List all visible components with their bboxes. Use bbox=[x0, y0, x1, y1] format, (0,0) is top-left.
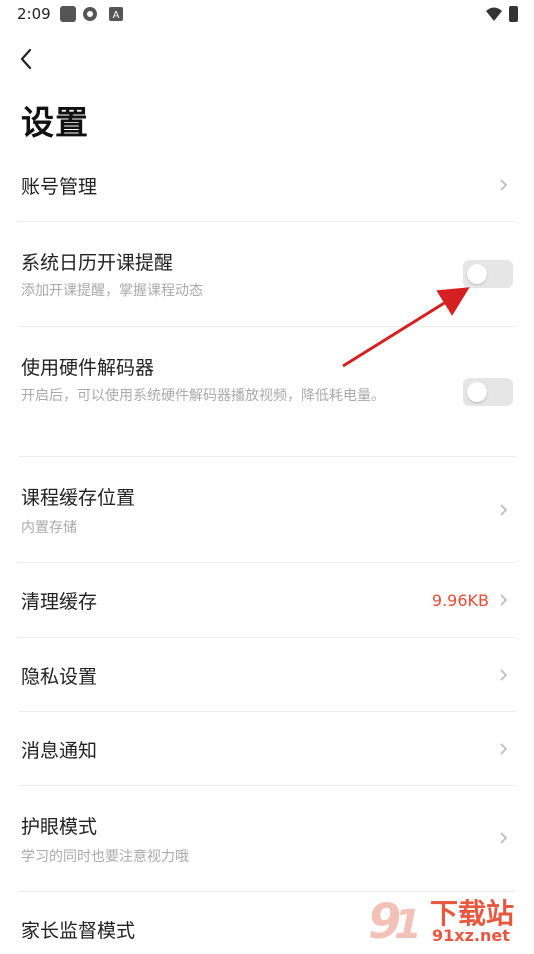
settings-item-label: 家长监督模式 bbox=[21, 920, 136, 942]
svg-text:1: 1 bbox=[394, 902, 422, 948]
svg-text:A: A bbox=[113, 10, 120, 21]
settings-item-hardware-decoder: 使用硬件解码器 开启后，可以使用系统硬件解码器播放视频，降低耗电量。 bbox=[0, 327, 534, 456]
app-notification-icon bbox=[83, 7, 97, 21]
settings-item-privacy[interactable]: 隐私设置 bbox=[0, 638, 534, 712]
settings-item-label: 课程缓存位置 bbox=[21, 487, 136, 509]
toggle-knob bbox=[467, 264, 487, 284]
settings-item-clear-cache[interactable]: 清理缓存 9.96KB bbox=[0, 563, 534, 637]
font-notification-icon: A bbox=[109, 7, 123, 21]
settings-item-label: 使用硬件解码器 bbox=[21, 357, 155, 379]
settings-item-description: 添加开课提醒，掌握课程动态 bbox=[21, 283, 203, 299]
watermark: 9 1 下载站 91xz.net bbox=[364, 890, 534, 950]
chevron-right-icon bbox=[500, 179, 508, 191]
page-title: 设置 bbox=[21, 103, 89, 142]
chevron-right-icon bbox=[500, 743, 508, 755]
notification-square-icon bbox=[60, 6, 76, 22]
watermark-url: 91xz.net bbox=[432, 926, 510, 945]
settings-item-label: 消息通知 bbox=[21, 740, 98, 762]
chevron-right-icon bbox=[500, 669, 508, 681]
hardware-decoder-toggle[interactable] bbox=[463, 378, 513, 406]
settings-item-label: 账号管理 bbox=[21, 176, 98, 198]
chevron-right-icon bbox=[500, 504, 508, 516]
settings-item-eye-care[interactable]: 护眼模式 学习的同时也要注意视力哦 bbox=[0, 786, 534, 891]
settings-item-description: 学习的同时也要注意视力哦 bbox=[21, 849, 189, 865]
wifi-icon bbox=[486, 7, 502, 21]
cache-size-value: 9.96KB bbox=[431, 591, 489, 610]
settings-item-account[interactable]: 账号管理 bbox=[0, 160, 534, 222]
chevron-right-icon bbox=[500, 832, 508, 844]
settings-item-label: 系统日历开课提醒 bbox=[21, 252, 174, 274]
settings-item-description: 开启后，可以使用系统硬件解码器播放视频，降低耗电量。 bbox=[21, 388, 385, 404]
settings-item-calendar-reminder: 系统日历开课提醒 添加开课提醒，掌握课程动态 bbox=[0, 222, 534, 326]
battery-icon bbox=[509, 6, 518, 22]
settings-item-label: 护眼模式 bbox=[21, 816, 98, 838]
settings-item-cache-location[interactable]: 课程缓存位置 内置存储 bbox=[0, 457, 534, 562]
toggle-knob bbox=[467, 382, 487, 402]
settings-item-notifications[interactable]: 消息通知 bbox=[0, 712, 534, 786]
status-bar: 2:09 A bbox=[0, 0, 534, 30]
status-time: 2:09 bbox=[17, 5, 51, 23]
settings-item-label: 清理缓存 bbox=[21, 591, 98, 613]
back-icon[interactable] bbox=[14, 45, 42, 73]
chevron-right-icon bbox=[500, 594, 508, 606]
settings-item-description: 内置存储 bbox=[21, 520, 77, 536]
settings-item-label: 隐私设置 bbox=[21, 666, 98, 688]
calendar-reminder-toggle[interactable] bbox=[463, 260, 513, 288]
